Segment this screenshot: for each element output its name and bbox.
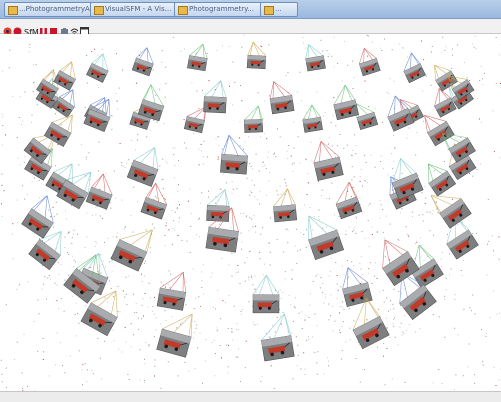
camera-thumbnail[interactable] [157,307,198,357]
camera-thumbnail[interactable] [370,233,419,286]
task-tab[interactable]: ... [260,2,298,17]
camera-thumbnail[interactable] [381,93,414,131]
camera-thumbnail[interactable] [267,79,294,114]
camera-thumbnail[interactable] [244,106,263,133]
camera-thumbnail[interactable] [419,107,454,146]
camera-thumbnail[interactable] [338,264,373,307]
tools-icon[interactable] [60,21,69,30]
open-icon[interactable] [3,21,12,30]
window-icon[interactable] [80,21,89,30]
point-cloud-scene[interactable] [0,34,501,391]
camera-thumbnail[interactable] [253,275,279,313]
camera-thumbnail[interactable] [429,59,458,91]
camera-thumbnail[interactable] [331,181,362,218]
camera-thumbnail[interactable] [86,172,118,210]
task-tab-label: Photogrammetry... [189,5,254,13]
task-tab-label: VisualSFM - A Vis... [105,5,171,13]
camera-thumbnail[interactable] [301,104,323,133]
camera-thumbnail[interactable] [157,269,189,311]
camera-thumbnail[interactable] [141,182,172,219]
task-tab[interactable]: VisualSFM - A Vis... [90,2,186,17]
folder-icon [94,6,104,15]
task-tab[interactable]: ...PhotogrammetryA... [4,2,102,17]
camera-thumbnail[interactable] [398,51,425,82]
status-bar [0,391,501,402]
task-tab-label: ...PhotogrammetryA... [19,5,96,13]
camera-thumbnail[interactable] [330,84,359,120]
camera-thumbnail[interactable] [204,80,228,113]
camera-thumbnail[interactable] [138,84,169,121]
camera-thumbnail[interactable] [22,192,65,238]
camera-thumbnail[interactable] [258,313,295,361]
camera-thumbnail[interactable] [272,188,297,222]
toolbar: SfM [0,19,501,34]
camera-thumbnail[interactable] [355,46,380,76]
task-tab[interactable]: Photogrammetry... [174,2,272,17]
3d-reconstruction-viewport[interactable] [0,34,501,391]
pause-icon[interactable] [39,21,48,30]
stop-icon[interactable] [49,21,58,30]
record-icon[interactable] [13,21,22,30]
camera-thumbnail[interactable] [86,51,114,82]
sfm-icon[interactable]: SfM [24,21,38,30]
point-cloud [1,35,501,391]
camera-thumbnail[interactable] [127,142,165,187]
camera-thumbnail[interactable] [132,45,158,76]
camera-thumbnail[interactable] [187,42,209,71]
camera-thumbnail[interactable] [247,42,267,69]
task-tab-label: ... [275,5,282,13]
camera-thumbnail[interactable] [303,42,325,71]
folder-icon [8,6,18,15]
camera-thumbnail[interactable] [420,157,456,196]
camera-thumbnail[interactable] [220,135,249,175]
window-title-bar: ...PhotogrammetryA... VisualSFM - A Vis..… [0,0,501,19]
camera-thumbnail[interactable] [301,209,344,260]
wifi-icon[interactable] [70,21,79,30]
camera-thumbnail[interactable] [111,219,156,271]
camera-thumbnail[interactable] [207,189,230,222]
camera-thumbnail[interactable] [309,138,343,181]
camera-thumbnail[interactable] [54,59,82,91]
folder-icon [178,6,188,15]
folder-icon [264,6,274,15]
